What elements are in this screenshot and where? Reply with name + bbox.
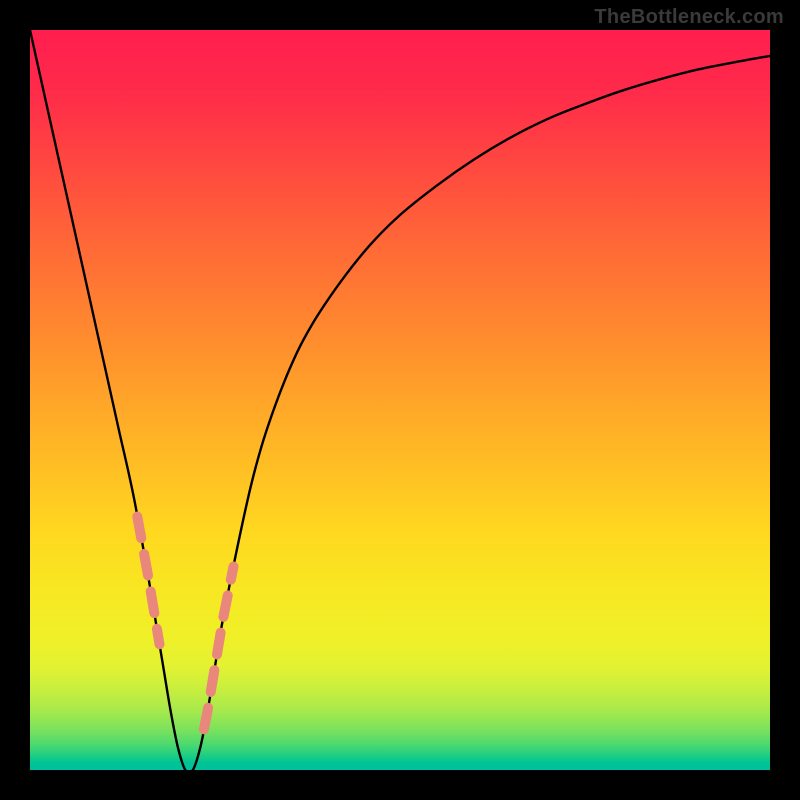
chart-frame: TheBottleneck.com (0, 0, 800, 800)
curve-svg (30, 30, 770, 770)
plot-area (30, 30, 770, 770)
overlay-segment-left (137, 517, 159, 645)
watermark-text: TheBottleneck.com (594, 6, 784, 29)
bottleneck-curve (30, 30, 770, 770)
overlay-segment-right (204, 567, 234, 730)
